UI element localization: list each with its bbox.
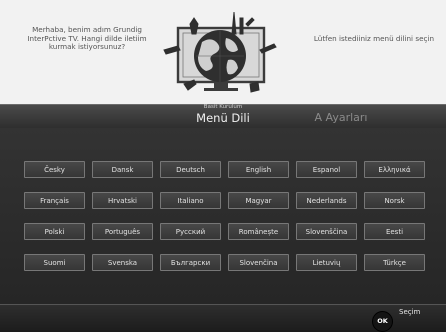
language-button[interactable]: Suomi [24,254,85,271]
footer-bar: OK Seçim [0,304,446,332]
language-button[interactable]: Eesti [364,223,425,240]
language-button[interactable]: Hrvatski [92,192,153,209]
language-button[interactable]: Slovenčina [228,254,289,271]
language-button[interactable]: Български [160,254,221,271]
language-button[interactable]: Italiano [160,192,221,209]
language-button[interactable]: Deutsch [160,161,221,178]
language-panel: Česky Dansk Deutsch English Espanol Ελληνικά F… [0,128,446,304]
globe-tv-illustration [163,11,277,93]
welcome-area: Merhaba, benim adım Grundig InterPctive … [0,0,446,104]
language-button[interactable]: Slovenščina [296,223,357,240]
language-button[interactable]: Dansk [92,161,153,178]
language-button[interactable]: Polski [24,223,85,240]
tab-menu-language: Menü Dili [196,111,250,125]
language-button[interactable]: Français [24,192,85,209]
language-prompt: Lütfen istediiniz menü dilini seçin [313,34,434,43]
language-button[interactable]: Русский [160,223,221,240]
language-grid: Česky Dansk Deutsch English Espanol Ελληνικά F… [24,161,425,271]
language-button[interactable]: Português [92,223,153,240]
step-subtitle: Basit Kurulum [203,104,243,110]
tab-network-settings: A Ayarları [314,111,368,124]
ok-button[interactable]: OK [372,311,393,332]
language-button[interactable]: Românește [228,223,289,240]
language-button[interactable]: Magyar [228,192,289,209]
language-button[interactable]: English [228,161,289,178]
language-button[interactable]: Norsk [364,192,425,209]
language-button[interactable]: Lietuvių [296,254,357,271]
language-button[interactable]: Ελληνικά [364,161,425,178]
welcome-message: Merhaba, benim adım Grundig InterPctive … [27,25,147,52]
menu-header: Basit Kurulum Menü Dili A Ayarları [0,104,446,129]
language-button[interactable]: Svenska [92,254,153,271]
language-button[interactable]: Türkçe [364,254,425,271]
ok-label: Seçim [399,308,421,316]
language-button[interactable]: Espanol [296,161,357,178]
globe-icon [194,30,246,82]
language-button[interactable]: Česky [24,161,85,178]
language-button[interactable]: Nederlands [296,192,357,209]
